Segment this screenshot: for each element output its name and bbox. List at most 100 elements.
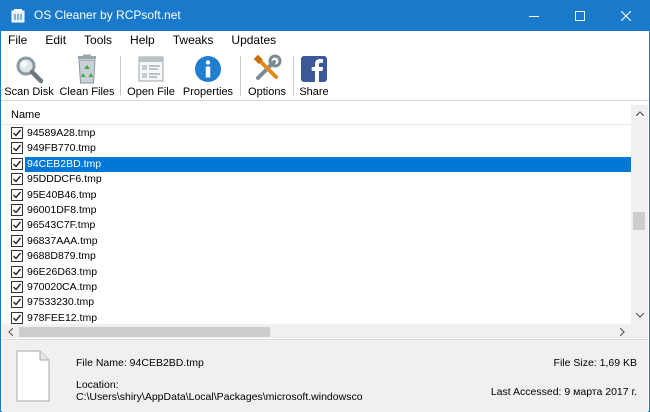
open-file-button[interactable]: Open File: [124, 52, 178, 100]
row-checkbox[interactable]: [11, 265, 23, 278]
table-row[interactable]: 96001DF8.tmp: [2, 203, 631, 218]
table-row[interactable]: 94CEB2BD.tmp: [2, 156, 631, 172]
file-name-text: File Name: 94CEB2BD.tmp: [76, 357, 204, 369]
checkmark-icon: [13, 144, 22, 152]
clean-files-button[interactable]: Clean Files: [59, 52, 115, 100]
table-row[interactable]: 96E26D63.tmp: [2, 265, 631, 280]
properties-button[interactable]: Properties: [181, 52, 235, 100]
scan-disk-label: Scan Disk: [4, 86, 54, 98]
row-checkbox[interactable]: [11, 188, 23, 201]
menu-tools[interactable]: Tools: [75, 31, 121, 51]
share-button[interactable]: Share: [297, 52, 331, 100]
row-checkbox[interactable]: [11, 281, 23, 293]
horizontal-scrollbar[interactable]: [2, 324, 631, 338]
menu-updates[interactable]: Updates: [222, 31, 285, 51]
tools-icon: [253, 54, 282, 80]
table-row[interactable]: 94589A28.tmp: [2, 126, 631, 141]
table-row[interactable]: 970020CA.tmp: [2, 280, 631, 295]
minimize-button[interactable]: [511, 1, 557, 31]
row-checkbox[interactable]: [11, 219, 23, 232]
table-row[interactable]: 9688D879.tmp: [2, 249, 631, 264]
document-window-icon: [138, 56, 164, 82]
table-row[interactable]: 95DDDCF6.tmp: [2, 172, 631, 187]
scroll-down-button[interactable]: [631, 307, 648, 324]
column-header-name[interactable]: Name: [2, 105, 631, 125]
checkmark-icon: [13, 252, 22, 260]
magnifier-icon: [16, 56, 44, 84]
scroll-right-button[interactable]: [614, 324, 631, 338]
facebook-icon: [301, 56, 327, 82]
checkmark-icon: [13, 237, 22, 245]
options-label: Options: [248, 86, 286, 98]
row-checkbox[interactable]: [11, 296, 23, 309]
vertical-scrollbar[interactable]: [631, 105, 648, 324]
checkmark-icon: [13, 160, 22, 168]
scroll-up-button[interactable]: [631, 105, 648, 122]
file-rows: 94589A28.tmp 949FB770.tmp 94CEB2BD.tmp 95DD…: [2, 126, 631, 324]
menu-bar: File Edit Tools Help Tweaks Updates: [1, 31, 649, 51]
file-list[interactable]: Name 94589A28.tmp 949FB770.tmp 94CEB2BD.tm…: [2, 105, 648, 338]
file-name-cell: 97533230.tmp: [27, 296, 95, 309]
row-checkbox[interactable]: [11, 157, 23, 170]
maximize-button[interactable]: [557, 1, 603, 31]
scroll-left-button[interactable]: [2, 324, 19, 338]
table-row[interactable]: 96837AAA.tmp: [2, 234, 631, 249]
row-checkbox[interactable]: [11, 127, 23, 139]
menu-help[interactable]: Help: [121, 31, 164, 51]
info-icon: [195, 56, 221, 82]
share-label: Share: [299, 86, 329, 98]
checkmark-icon: [13, 268, 22, 276]
file-name-cell: 96837AAA.tmp: [27, 234, 98, 247]
checkmark-icon: [13, 129, 22, 137]
file-name-cell: 970020CA.tmp: [27, 281, 98, 293]
row-checkbox[interactable]: [11, 250, 23, 263]
file-name-cell: 94589A28.tmp: [27, 127, 96, 139]
file-name-cell: 95E40B46.tmp: [27, 188, 97, 201]
last-accessed-text: Last Accessed: 9 марта 2017 г.: [490, 386, 637, 398]
file-name-cell: 978FEE12.tmp: [27, 311, 98, 324]
app-icon: [11, 9, 25, 23]
title-bar[interactable]: OS Cleaner by RCPsoft.net: [1, 1, 649, 31]
table-row[interactable]: 949FB770.tmp: [2, 141, 631, 156]
file-name-cell: 949FB770.tmp: [27, 142, 96, 155]
menu-file[interactable]: File: [1, 31, 36, 51]
row-checkbox[interactable]: [11, 173, 23, 186]
open-file-label: Open File: [127, 86, 175, 98]
table-row[interactable]: 96543C7F.tmp: [2, 218, 631, 233]
table-row[interactable]: 97533230.tmp: [2, 295, 631, 310]
location-label: Location:: [76, 379, 119, 391]
close-icon: [621, 11, 631, 21]
file-name-cell: 96543C7F.tmp: [27, 219, 96, 232]
properties-label: Properties: [182, 86, 234, 98]
close-button[interactable]: [603, 1, 649, 31]
horizontal-scroll-thumb[interactable]: [19, 327, 270, 337]
options-button[interactable]: Options: [244, 52, 290, 100]
app-window: OS Cleaner by RCPsoft.net File Edit Tool…: [0, 0, 650, 412]
vertical-scroll-thumb[interactable]: [633, 212, 645, 230]
window-title: OS Cleaner by RCPsoft.net: [34, 8, 181, 22]
checkmark-icon: [13, 191, 22, 199]
maximize-icon: [575, 11, 585, 21]
scan-disk-button[interactable]: Scan Disk: [4, 52, 54, 100]
toolbar-separator: [293, 56, 294, 96]
row-checkbox[interactable]: [11, 311, 23, 324]
menu-edit[interactable]: Edit: [36, 31, 75, 51]
selection-highlight: [25, 156, 631, 172]
checkmark-icon: [13, 206, 22, 214]
file-name-cell: 94CEB2BD.tmp: [27, 157, 102, 170]
checkmark-icon: [13, 283, 22, 291]
table-row[interactable]: 95E40B46.tmp: [2, 188, 631, 203]
clean-files-label: Clean Files: [59, 86, 115, 98]
minimize-icon: [529, 16, 539, 17]
checkmark-icon: [13, 298, 22, 306]
row-checkbox[interactable]: [11, 142, 23, 155]
checkmark-icon: [13, 175, 22, 183]
document-icon: [16, 350, 50, 402]
row-checkbox[interactable]: [11, 234, 23, 247]
menu-tweaks[interactable]: Tweaks: [164, 31, 223, 51]
table-row[interactable]: 978FEE12.tmp: [2, 311, 631, 324]
file-size-text: File Size: 1,69 KB: [553, 357, 637, 369]
row-checkbox[interactable]: [11, 204, 23, 216]
chevron-left-icon: [8, 328, 13, 336]
file-name-cell: 95DDDCF6.tmp: [27, 173, 102, 186]
